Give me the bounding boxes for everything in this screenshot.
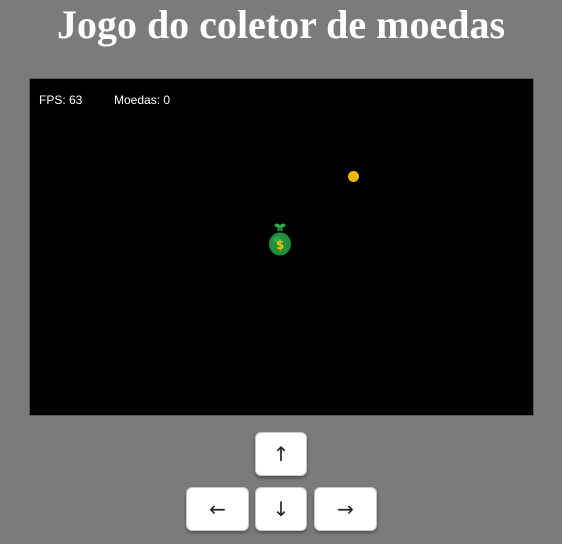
move-up-button[interactable]: ↑ [255,432,307,476]
arrow-left-icon: ← [209,497,226,521]
move-left-button[interactable]: ← [186,487,249,531]
move-down-button[interactable]: ↓ [255,487,307,531]
arrow-up-icon: ↑ [272,442,290,466]
coin-counter: Moedas: 0 [114,93,171,107]
money-bag-symbol: $ [276,238,284,252]
arrow-right-icon: → [337,497,354,521]
move-right-button[interactable]: → [314,487,377,531]
money-bag-player-icon: $ [269,223,291,256]
coin-icon [348,171,359,182]
fps-counter: FPS: 63 [39,93,83,107]
game-canvas[interactable]: FPS: 63 Moedas: 0 $ [29,78,534,416]
arrow-down-icon: ↓ [272,497,290,521]
page-title: Jogo do coletor de moedas [56,2,506,47]
